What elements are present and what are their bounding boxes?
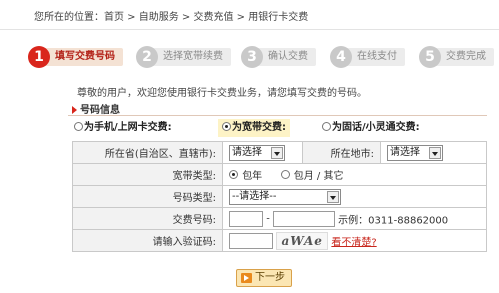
- divider: [68, 115, 487, 116]
- broadband-type-row: 宽带类型: 包年 包月 / 其它: [72, 163, 487, 186]
- city-select-value: 请选择: [390, 146, 420, 158]
- payment-type-mobile[interactable]: 为手机/上网卡交费:: [74, 119, 172, 137]
- step-4-number: 4: [330, 46, 352, 68]
- arrow-right-icon: [241, 273, 252, 283]
- next-button[interactable]: 下一步: [236, 269, 292, 287]
- captcha-label: 请输入验证码:: [72, 229, 223, 252]
- number-dash: -: [266, 213, 270, 224]
- step-5-number: 5: [419, 46, 441, 68]
- radio-checked-icon[interactable]: [222, 122, 231, 131]
- province-label: 所在省(自治区、直辖市):: [72, 141, 223, 164]
- city-select[interactable]: 请选择: [387, 144, 443, 161]
- arrow-icon: [72, 106, 77, 114]
- chevron-down-icon[interactable]: [327, 190, 339, 203]
- step-2-label: 选择宽带续费: [146, 48, 231, 66]
- chevron-down-icon[interactable]: [271, 146, 283, 159]
- broadband-option-yearly[interactable]: 包年: [242, 171, 262, 182]
- payment-type-landline-label: 为固话/小灵通交费:: [332, 122, 420, 133]
- number-type-cell: --请选择--: [222, 185, 487, 208]
- step-1-number: 1: [28, 46, 50, 68]
- section-title: 号码信息: [72, 101, 120, 116]
- payment-type-mobile-label: 为手机/上网卡交费:: [84, 122, 172, 133]
- step-1-label: 填写交费号码: [38, 48, 123, 66]
- payment-number-example: 示例：0311-88862000: [338, 215, 449, 226]
- payment-type-landline[interactable]: 为固话/小灵通交费:: [322, 119, 420, 137]
- step-3-number: 3: [241, 46, 263, 68]
- radio-icon[interactable]: [280, 169, 290, 179]
- payment-number-cell: - 示例：0311-88862000: [222, 207, 487, 230]
- captcha-cell: aWAe 看不清楚?: [222, 229, 487, 252]
- number-type-label: 号码类型:: [72, 185, 223, 208]
- payment-number-label: 交费号码:: [72, 207, 223, 230]
- progress-steps: 填写交费号码 1 选择宽带续费 2 确认交费 3 在线支付 4 交费完成 5: [28, 46, 499, 68]
- city-label: 所在地市:: [302, 141, 381, 164]
- next-button-label: 下一步: [255, 272, 285, 283]
- broadband-option-monthly[interactable]: 包月 / 其它: [294, 171, 344, 182]
- welcome-message: 尊敬的用户，欢迎您使用银行卡交费业务，请您填写交费的号码。: [77, 88, 367, 99]
- province-select[interactable]: 请选择: [229, 144, 285, 161]
- payment-number-row: 交费号码: - 示例：0311-88862000: [72, 207, 487, 230]
- location-row: 所在省(自治区、直辖市): 请选择 所在地市: 请选择: [72, 141, 487, 164]
- number-type-select[interactable]: --请选择--: [229, 188, 341, 205]
- radio-icon[interactable]: [322, 122, 331, 131]
- broadband-type-label: 宽带类型:: [72, 163, 223, 186]
- captcha-input[interactable]: [229, 232, 273, 249]
- province-select-value: 请选择: [232, 146, 262, 158]
- chevron-down-icon[interactable]: [429, 146, 441, 159]
- payment-type-broadband[interactable]: 为宽带交费:: [218, 119, 290, 137]
- number-type-row: 号码类型: --请选择--: [72, 185, 487, 208]
- number-form: 所在省(自治区、直辖市): 请选择 所在地市: 请选择 宽带类型: 包年 包月 …: [72, 141, 487, 252]
- number-type-select-value: --请选择--: [232, 190, 277, 202]
- radio-icon[interactable]: [74, 122, 83, 131]
- province-cell: 请选择: [222, 141, 303, 164]
- step-2-number: 2: [136, 46, 158, 68]
- payment-number-input[interactable]: [272, 210, 335, 227]
- breadcrumb: 您所在的位置：首页 > 自助服务 > 交费充值 > 用银行卡交费: [0, 0, 499, 30]
- radio-checked-icon[interactable]: [229, 169, 238, 179]
- captcha-row: 请输入验证码: aWAe 看不清楚?: [72, 229, 487, 252]
- refresh-captcha-link[interactable]: 看不清楚?: [331, 237, 376, 248]
- city-cell: 请选择: [380, 141, 487, 164]
- captcha-image[interactable]: aWAe: [276, 231, 329, 250]
- broadband-type-cell: 包年 包月 / 其它: [222, 163, 487, 186]
- area-code-input[interactable]: [229, 210, 263, 227]
- payment-type-broadband-label: 为宽带交费:: [232, 122, 286, 133]
